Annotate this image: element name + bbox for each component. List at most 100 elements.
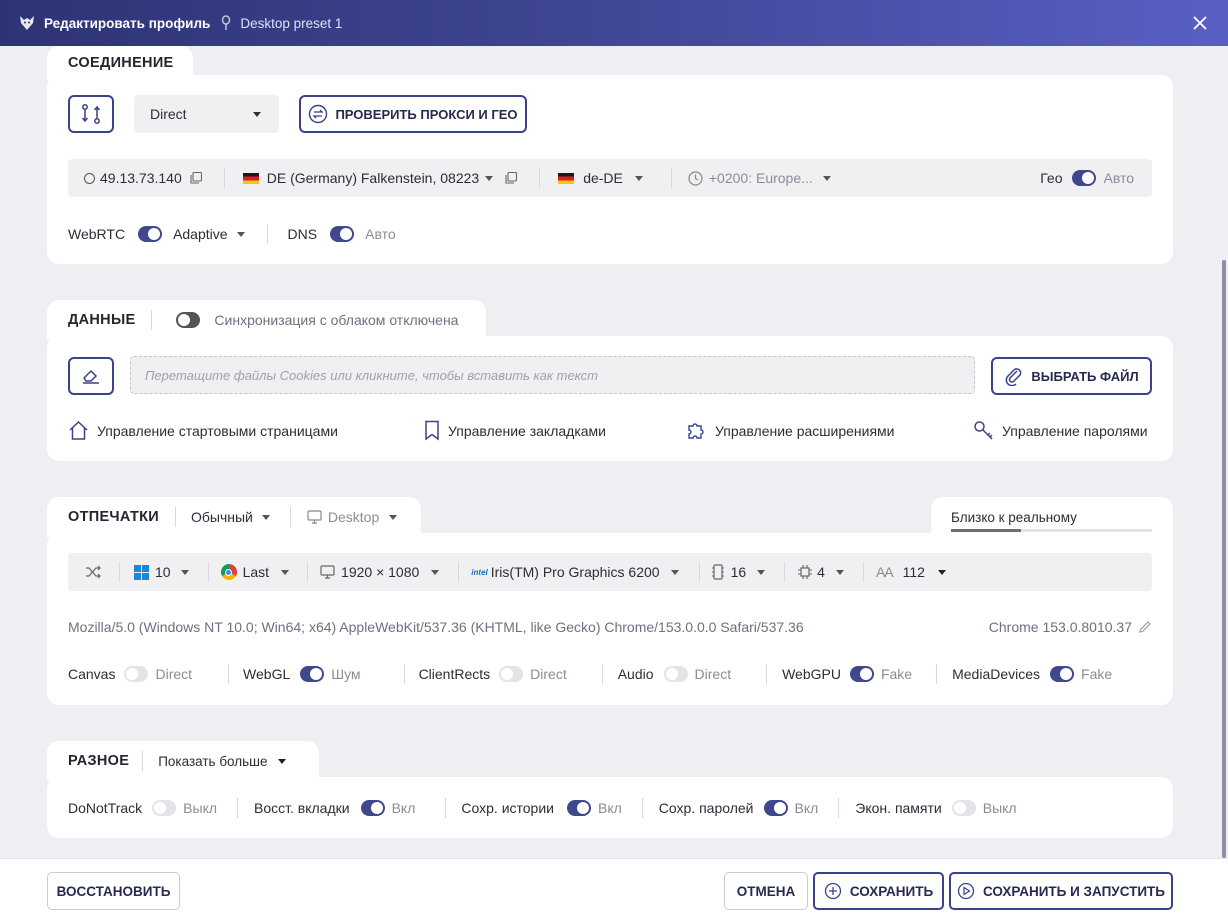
misc-title: РАЗНОЕ [68, 753, 130, 769]
choose-file-button[interactable]: ВЫБРАТЬ ФАЙЛ [991, 357, 1152, 395]
mediadevices-toggle[interactable] [1050, 666, 1075, 682]
close-icon[interactable] [1190, 13, 1210, 33]
realism-fill [951, 529, 1022, 532]
realism-label: Близко к реальному [951, 509, 1077, 525]
divider [266, 224, 268, 244]
location-value[interactable]: DE (Germany) Falkenstein, 08223 [267, 170, 479, 186]
refresh-circle-icon [309, 104, 328, 124]
proxy-swap-button[interactable] [68, 95, 114, 133]
chevron-down-icon [277, 758, 286, 764]
save-button[interactable]: СОХРАНИТЬ [813, 872, 944, 910]
paperclip-icon [1005, 368, 1022, 386]
show-more-toggle[interactable]: Показать больше [158, 754, 267, 769]
cookies-dropzone[interactable]: Перетащите файлы Cookies или кликните, ч… [130, 356, 975, 394]
webrtc-mode[interactable]: Adaptive [173, 226, 227, 242]
ram-amount[interactable]: 16 [731, 564, 747, 580]
eraser-icon [83, 369, 99, 384]
gpu-model[interactable]: Iris(TM) Pro Graphics 6200 [491, 564, 660, 580]
realism-tab: Близко к реальному [931, 497, 1173, 537]
chrome-version-row[interactable]: Chrome 153.0.8010.37 [989, 619, 1152, 635]
clear-cookies-button[interactable] [68, 357, 114, 395]
title-bar: Редактировать профиль Desktop preset 1 [0, 0, 1228, 46]
browser-version[interactable]: Last [243, 564, 269, 580]
cancel-label: ОТМЕНА [736, 883, 796, 899]
ip-status-icon [84, 172, 95, 184]
webrtc-label: WebRTC [68, 226, 126, 242]
manage-start-pages-link[interactable]: Управление стартовыми страницами [68, 420, 338, 441]
geo-value: Авто [1103, 170, 1134, 186]
timezone-value[interactable]: +0200: Europe... [709, 170, 813, 186]
divider [207, 562, 209, 582]
divider [862, 562, 864, 582]
device-type[interactable]: Desktop [328, 509, 379, 525]
restore-button[interactable]: ВОССТАНОВИТЬ [47, 872, 180, 910]
restore-tabs-toggle[interactable] [360, 800, 385, 816]
canvas-toggle[interactable] [124, 666, 149, 682]
chrome-icon [220, 564, 237, 580]
memory-saver-toggle[interactable] [951, 800, 976, 816]
manage-extensions-link[interactable]: Управление расширениями [686, 420, 895, 441]
save-and-run-label: СОХРАНИТЬ И ЗАПУСТИТЬ [982, 883, 1166, 899]
chevron-down-icon [180, 569, 189, 575]
check-proxy-label: ПРОВЕРИТЬ ПРОКСИ И ГЕО [335, 106, 518, 122]
manage-passwords-link[interactable]: Управление паролями [973, 420, 1148, 441]
webgpu-toggle[interactable] [849, 666, 874, 682]
clientrects-toggle[interactable] [499, 666, 524, 682]
cancel-button[interactable]: ОТМЕНА [724, 872, 808, 910]
edit-pencil-icon[interactable] [1138, 620, 1152, 634]
save-passwords-label: Сохр. паролей [658, 800, 754, 816]
divider [641, 798, 643, 818]
plus-circle-icon [824, 882, 841, 900]
donottrack-toggle[interactable] [152, 800, 177, 816]
os-version[interactable]: 10 [155, 564, 171, 580]
cookies-placeholder: Перетащите файлы Cookies или кликните, ч… [145, 367, 598, 383]
home-icon [69, 420, 88, 440]
copy-icon[interactable] [190, 172, 202, 184]
save-and-run-button[interactable]: СОХРАНИТЬ И ЗАПУСТИТЬ [949, 872, 1173, 910]
divider [119, 562, 120, 582]
check-proxy-button[interactable]: ПРОВЕРИТЬ ПРОКСИ И ГЕО [299, 95, 527, 133]
save-label: СОХРАНИТЬ [849, 883, 934, 899]
germany-flag-icon [242, 172, 259, 184]
webgpu-value: Fake [880, 666, 913, 682]
webgl-toggle[interactable] [300, 666, 325, 682]
audio-toggle[interactable] [663, 666, 688, 682]
restore-tabs-label: Восст. вкладки [254, 800, 350, 816]
fingerprint-toggles-row: Canvas Direct WebGL Шум ClientRects Dire… [68, 664, 1112, 684]
webgl-value: Шум [331, 666, 361, 682]
geo-toggle[interactable] [1072, 170, 1097, 186]
chevron-down-icon [670, 569, 679, 575]
divider [175, 507, 176, 527]
preset-icon [222, 15, 231, 30]
save-history-toggle[interactable] [566, 800, 591, 816]
copy-icon[interactable] [505, 172, 518, 184]
language-value[interactable]: de-DE [583, 170, 623, 186]
divider [223, 168, 225, 188]
start-pages-label: Управление стартовыми страницами [97, 422, 338, 439]
cloud-sync-toggle[interactable] [176, 312, 201, 328]
user-agent-row: Mozilla/5.0 (Windows NT 10.0; Win64; x64… [68, 619, 804, 635]
scrollbar[interactable] [1222, 260, 1226, 858]
webrtc-toggle[interactable] [138, 226, 163, 242]
cpu-icon [798, 565, 813, 579]
chevron-down-icon [236, 231, 245, 237]
shuffle-icon[interactable] [85, 565, 102, 579]
divider [151, 310, 153, 330]
dns-toggle[interactable] [330, 226, 355, 242]
screen-resolution[interactable]: 1920 × 1080 [341, 564, 419, 580]
fingerprint-mode[interactable]: Обычный [191, 509, 253, 525]
divider [766, 664, 768, 684]
cpu-cores[interactable]: 4 [817, 564, 825, 580]
proxy-type-value: Direct [150, 106, 187, 122]
bookmarks-label: Управление закладками [448, 422, 606, 439]
manage-bookmarks-link[interactable]: Управление закладками [424, 420, 606, 441]
monitor-icon [307, 510, 322, 524]
key-icon [974, 421, 993, 440]
chevron-down-icon [253, 112, 261, 117]
save-passwords-toggle[interactable] [763, 800, 788, 816]
germany-flag-icon [558, 172, 575, 184]
fonts-count[interactable]: 112 [903, 564, 925, 580]
connection-info-bar: 49.13.73.140 DE (Germany) Falkenstein, 0… [68, 159, 1152, 197]
proxy-type-select[interactable]: Direct [134, 95, 279, 133]
divider [601, 664, 603, 684]
